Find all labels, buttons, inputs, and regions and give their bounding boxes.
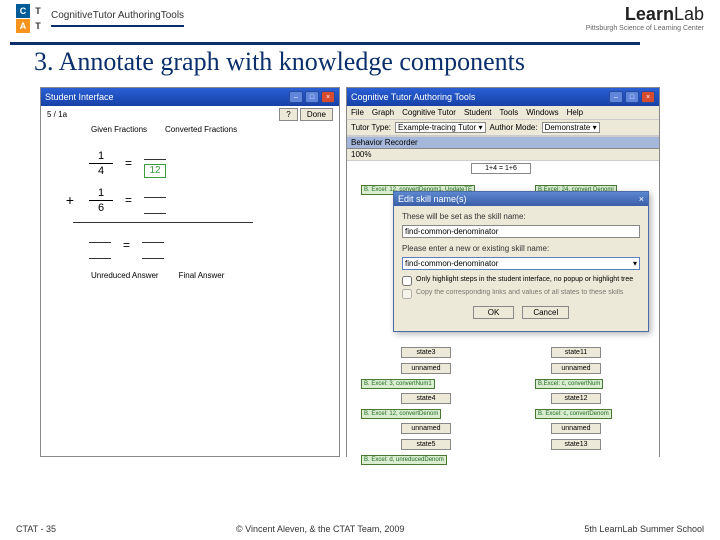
graph-top-box[interactable]: 1+4 = 1+6 [471,163,531,174]
frac1-num: 1 [98,150,104,162]
behavior-graph[interactable]: 1+4 = 1+6 B. Excel: 12, convertDenom1, U… [347,161,659,169]
graph-node-state12[interactable]: state12 [551,393,601,404]
fraction-1: 1 4 [89,150,113,177]
behavior-recorder-label: Behavior Recorder [347,137,659,149]
close-icon[interactable]: × [641,91,655,103]
skill-name-select[interactable]: find-common-denominator▾ [402,257,640,270]
graph-node-unnamed-4[interactable]: unnamed [551,423,601,434]
tutor-type-label: Tutor Type: [351,123,391,132]
footer-right: 5th LearnLab Summer School [584,524,704,534]
graph-node-state4[interactable]: state4 [401,393,451,404]
graph-node-state3[interactable]: state3 [401,347,451,358]
dialog-cb1-label: Only highlight steps in the student inte… [416,276,633,283]
given-fractions-label: Given Fractions [91,125,147,134]
graph-edge-3[interactable]: B. Excel: 12, convertDenom [361,409,441,419]
author-mode-label: Author Mode: [490,123,538,132]
ctat-toolbar: Tutor Type: Example-tracing Tutor ▾ Auth… [347,120,659,136]
ctat-titlebar: Cognitive Tutor Authoring Tools – □ × [347,88,659,106]
menu-tools[interactable]: Tools [500,108,519,117]
converted-fraction-1[interactable]: 12 [144,148,166,178]
graph-node-state11[interactable]: state11 [551,347,601,358]
graph-node-state13[interactable]: state13 [551,439,601,450]
menu-file[interactable]: File [351,108,364,117]
minimize-icon[interactable]: – [289,91,303,103]
dialog-cancel-button[interactable]: Cancel [522,306,569,319]
frac2-num: 1 [98,187,104,199]
help-button[interactable]: ? [279,108,297,121]
final-label: Final Answer [179,271,225,280]
graph-node-unnamed-1[interactable]: unnamed [401,363,451,374]
unreduced-answer-field[interactable] [89,231,111,259]
converted-fraction-2[interactable] [144,186,166,214]
menu-windows[interactable]: Windows [526,108,558,117]
dialog-checkbox-2 [402,289,412,299]
done-button[interactable]: Done [300,108,333,121]
problem-label: 5 / 1a [47,110,67,119]
maximize-icon[interactable]: □ [305,91,319,103]
slide-header: CT AT CognitiveTutor AuthoringTools Lear… [0,0,720,42]
frac2-den: 6 [98,202,104,214]
menu-cogtutor[interactable]: Cognitive Tutor [402,108,456,117]
equals-sign-3: = [123,238,130,252]
divider [73,222,253,223]
dialog-line1: These will be set as the skill name: [402,212,640,221]
dialog-line2: Please enter a new or existing skill nam… [402,244,640,253]
dialog-title-text: Edit skill name(s) [398,194,467,204]
ctat-logo-block: CT AT CognitiveTutor AuthoringTools [16,4,184,33]
slide-title: 3. Annotate graph with knowledge compone… [0,45,720,87]
learnlab-sub: Pittsburgh Science of Learning Center [586,25,704,32]
graph-edge-2r[interactable]: B.Excel: c, convertNum [535,379,603,389]
slide-footer: CTAT - 35 © Vincent Aleven, & the CTAT T… [0,524,720,534]
zoom-level[interactable]: 100% [347,149,659,161]
ctat-authoring-window: Cognitive Tutor Authoring Tools – □ × Fi… [346,87,660,457]
unreduced-label: Unreduced Answer [91,271,159,280]
equals-sign: = [125,156,132,170]
fraction-2: 1 6 [89,187,113,214]
dialog-ok-button[interactable]: OK [473,306,515,319]
student-interface-title: Student Interface [45,92,114,102]
dialog-checkbox-1[interactable] [402,276,412,286]
learnlab-logo: LearnLearnLabLab Pittsburgh Science of L… [586,4,704,32]
ctat-menubar[interactable]: File Graph Cognitive Tutor Student Tools… [347,106,659,120]
menu-student[interactable]: Student [464,108,492,117]
maximize-icon[interactable]: □ [625,91,639,103]
ctat-window-title: Cognitive Tutor Authoring Tools [351,92,475,102]
frac1-den: 4 [98,165,104,177]
graph-node-state5[interactable]: state5 [401,439,451,450]
graph-node-unnamed-3[interactable]: unnamed [401,423,451,434]
graph-node-unnamed-2[interactable]: unnamed [551,363,601,374]
graph-edge-2[interactable]: B. Excel: 3, convertNum1 [361,379,435,389]
converted-denom-field[interactable]: 12 [144,164,166,178]
minimize-icon[interactable]: – [609,91,623,103]
footer-left: CTAT - 35 [16,524,56,534]
student-interface-titlebar: Student Interface – □ × [41,88,339,106]
graph-edge-5[interactable]: B. Excel: d, unreducedDenom [361,455,447,465]
dialog-cb2-label: Copy the corresponding links and values … [416,289,623,296]
equals-sign-2: = [125,193,132,207]
skill-name-input[interactable]: find-common-denominator [402,225,640,238]
close-icon[interactable]: × [321,91,335,103]
ctat-logo-text: CognitiveTutor AuthoringTools [51,10,184,27]
converted-fractions-label: Converted Fractions [165,125,237,134]
student-interface-window: Student Interface – □ × 5 / 1a ? Done Gi… [40,87,340,457]
final-answer-field[interactable] [142,231,164,259]
footer-center: © Vincent Aleven, & the CTAT Team, 2009 [236,524,404,534]
ctat-logo-icon: CT AT [16,4,45,33]
graph-edge-3r[interactable]: B. Excel: c, convertDenom [535,409,612,419]
menu-help[interactable]: Help [567,108,583,117]
dialog-close-icon[interactable]: × [639,194,644,204]
edit-skill-dialog: Edit skill name(s) × These will be set a… [393,191,649,332]
plus-sign: + [63,192,77,208]
chevron-down-icon: ▾ [633,259,637,268]
menu-graph[interactable]: Graph [372,108,394,117]
author-mode-select[interactable]: Demonstrate ▾ [542,122,600,133]
tutor-type-select[interactable]: Example-tracing Tutor ▾ [395,122,486,133]
